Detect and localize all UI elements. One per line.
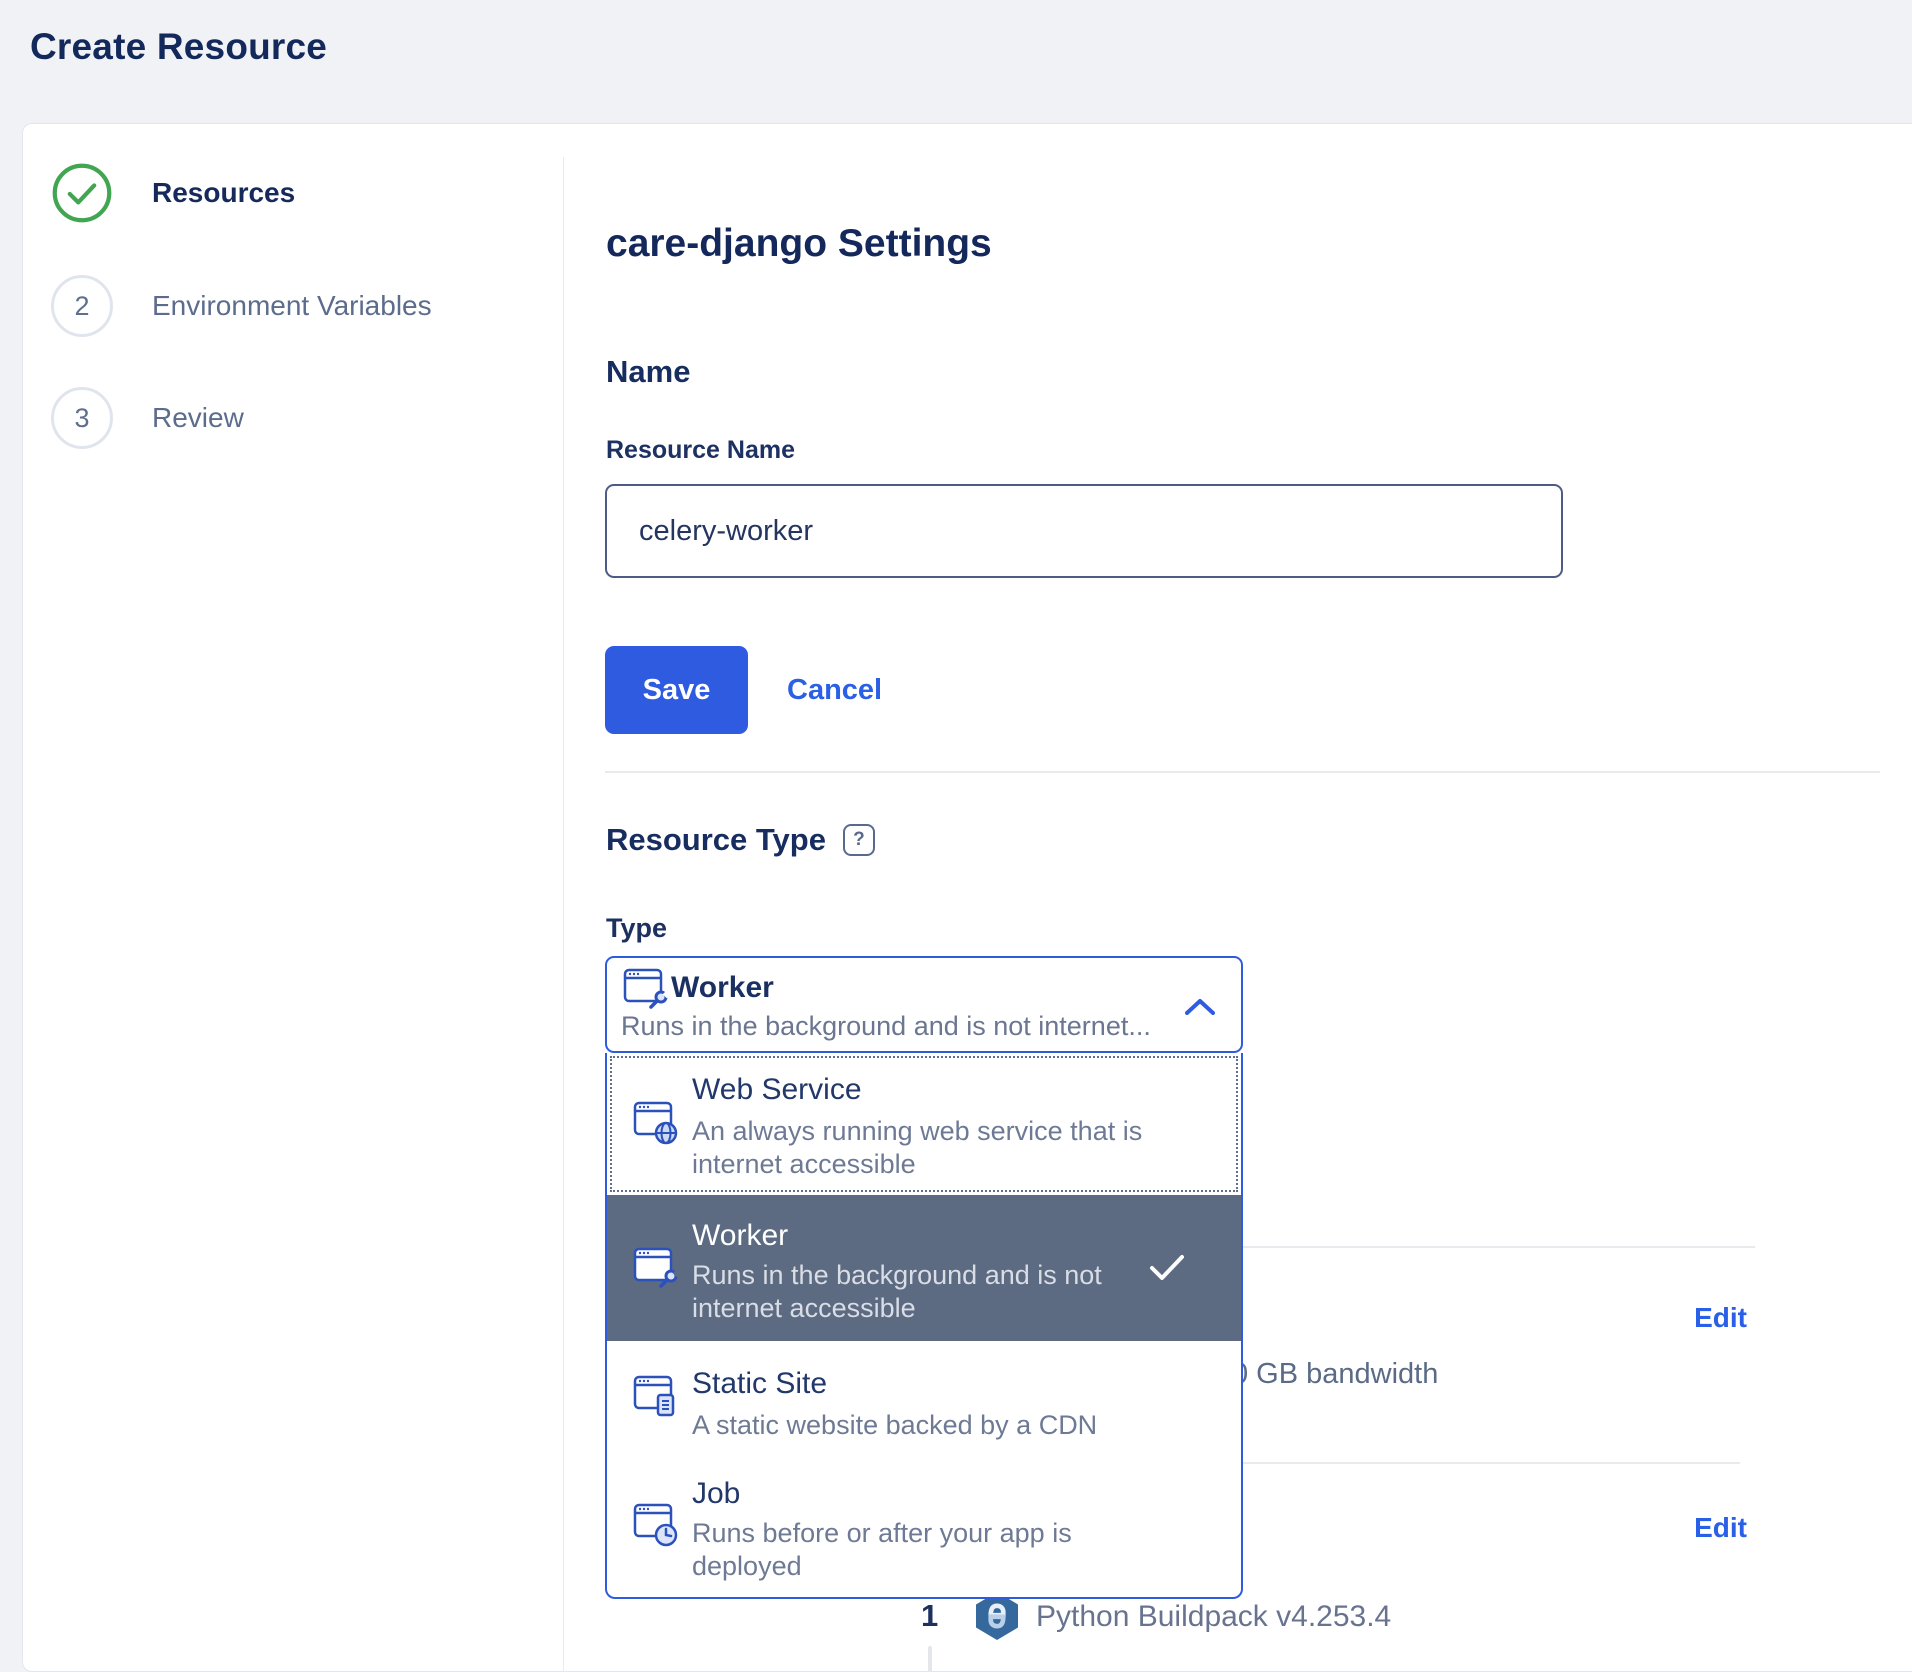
step-number-badge: 2 xyxy=(51,275,113,337)
browser-globe-icon xyxy=(633,1101,679,1152)
stepper-item-resources[interactable]: Resources xyxy=(40,162,520,232)
section-divider xyxy=(605,771,1880,773)
buildpack-step-number: 1 xyxy=(921,1598,938,1634)
stepper-content-divider xyxy=(563,157,564,1672)
create-resource-page: Create Resource Resources 2 Environment … xyxy=(0,0,1912,1672)
option-worker[interactable]: Worker Runs in the background and is not… xyxy=(607,1195,1241,1341)
resource-name-input[interactable] xyxy=(605,484,1563,578)
chevron-up-icon xyxy=(1185,998,1215,1020)
type-dropdown-menu: Web Service An always running web servic… xyxy=(605,1053,1243,1599)
browser-document-icon xyxy=(633,1375,679,1426)
resource-name-label: Resource Name xyxy=(606,436,795,465)
stepper-item-environment-variables[interactable]: 2 Environment Variables xyxy=(40,275,520,345)
option-static-site[interactable]: Static Site A static website backed by a… xyxy=(607,1341,1241,1459)
background-divider xyxy=(1210,1462,1740,1464)
browser-wrench-icon xyxy=(623,966,669,1017)
selected-check-icon xyxy=(1149,1253,1185,1286)
browser-wrench-icon xyxy=(633,1247,679,1298)
settings-title: care-django Settings xyxy=(606,222,992,266)
option-description: Runs before or after your app is deploye… xyxy=(692,1517,1167,1583)
cancel-link[interactable]: Cancel xyxy=(787,674,882,707)
option-title: Worker xyxy=(692,1219,788,1253)
edit-link[interactable]: Edit xyxy=(1694,1302,1747,1334)
option-job[interactable]: Job Runs before or after your app is dep… xyxy=(607,1459,1241,1599)
buildpack-label: Python Buildpack v4.253.4 xyxy=(1036,1600,1391,1634)
option-description: Runs in the background and is not intern… xyxy=(692,1259,1167,1325)
type-field-label: Type xyxy=(606,913,667,944)
step-number-badge: 3 xyxy=(51,387,113,449)
stepper-label-review: Review xyxy=(152,402,244,434)
resource-type-heading: Resource Type xyxy=(606,822,826,858)
option-title: Static Site xyxy=(692,1367,827,1401)
stepper-label-environment-variables: Environment Variables xyxy=(152,290,432,322)
option-web-service[interactable]: Web Service An always running web servic… xyxy=(607,1053,1241,1195)
option-description: An always running web service that is in… xyxy=(692,1115,1167,1181)
timeline-connector xyxy=(928,1646,932,1672)
selected-type-title: Worker xyxy=(671,971,774,1005)
resource-type-heading-row: Resource Type ? xyxy=(606,822,875,858)
edit-link[interactable]: Edit xyxy=(1694,1512,1747,1544)
save-button[interactable]: Save xyxy=(605,646,748,734)
selected-type-description: Runs in the background and is not intern… xyxy=(621,1011,1176,1042)
option-title: Web Service xyxy=(692,1073,862,1107)
stepper-label-resources: Resources xyxy=(152,177,295,209)
option-description: A static website backed by a CDN xyxy=(692,1409,1167,1442)
help-icon[interactable]: ? xyxy=(843,824,875,856)
bandwidth-text: 0 GB bandwidth xyxy=(1232,1358,1438,1391)
background-divider xyxy=(1210,1246,1755,1248)
type-select[interactable]: Worker Runs in the background and is not… xyxy=(605,956,1243,1053)
browser-clock-icon xyxy=(633,1503,679,1554)
step-complete-check-icon xyxy=(51,162,113,224)
name-section-heading: Name xyxy=(606,354,690,390)
stepper-item-review[interactable]: 3 Review xyxy=(40,387,520,457)
option-title: Job xyxy=(692,1477,740,1511)
page-title: Create Resource xyxy=(30,26,327,68)
